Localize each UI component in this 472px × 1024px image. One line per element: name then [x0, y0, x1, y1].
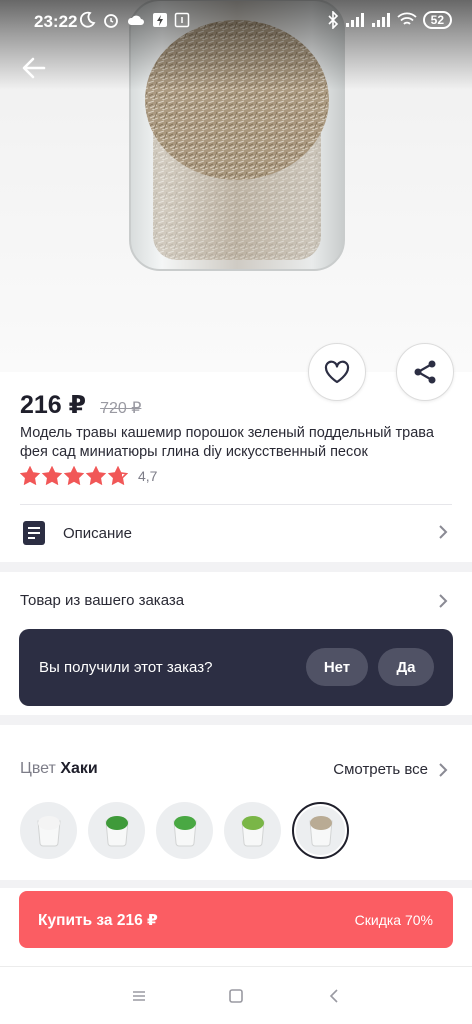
wifi-icon: [397, 12, 417, 25]
order-row[interactable]: Товар из вашего заказа: [0, 572, 472, 624]
color-swatch-green[interactable]: [88, 802, 145, 859]
color-swatch-khaki[interactable]: [292, 802, 349, 859]
status-time: 23:22: [34, 12, 78, 31]
color-key: Цвет: [20, 760, 56, 777]
arrow-left-icon: [22, 57, 46, 79]
rating[interactable]: 4,7: [20, 466, 157, 485]
status-bar: 23:22 52: [0, 0, 472, 42]
signal-icon-2: [371, 13, 390, 27]
favorite-button[interactable]: [308, 343, 366, 401]
cloud-icon: [127, 15, 144, 25]
square-icon: [229, 989, 243, 1003]
heart-icon: [324, 360, 350, 384]
document-icon: [23, 521, 45, 545]
star-icon: [108, 466, 128, 485]
product-card: 216 ₽ 720 ₽ Модель травы кашемир порошок…: [0, 372, 472, 562]
chevron-left-icon: [329, 989, 338, 1003]
jar-thumbnail-icon: [172, 815, 197, 846]
order-question: Вы получили этот заказ?: [39, 659, 213, 676]
star-icon: [64, 466, 84, 485]
back-nav-button[interactable]: [323, 984, 347, 1008]
sim-icon: [174, 12, 190, 28]
see-all-link[interactable]: Смотреть все: [333, 761, 428, 778]
order-confirm-panel: Вы получили этот заказ? Нет Да: [19, 629, 453, 706]
rating-value: 4,7: [138, 467, 158, 484]
color-swatch-light-green[interactable]: [224, 802, 281, 859]
nav-divider: [0, 966, 472, 967]
moon-icon: [79, 11, 96, 28]
buy-label: Купить за 216 ₽: [38, 912, 158, 929]
share-icon: [414, 360, 436, 384]
current-price: 216 ₽: [20, 391, 87, 419]
jar-thumbnail-icon: [104, 815, 129, 846]
home-nav-button[interactable]: [224, 984, 248, 1008]
color-label: Цвет Хаки: [20, 760, 98, 778]
jar-thumbnail-icon: [308, 815, 333, 846]
product-image[interactable]: [0, 0, 472, 372]
battery-indicator: 52: [422, 11, 452, 29]
old-price: 720 ₽: [100, 400, 142, 417]
color-swatch-green-2[interactable]: [156, 802, 213, 859]
share-button[interactable]: [396, 343, 454, 401]
alarm-icon: [104, 14, 118, 28]
bluetooth-icon: [328, 11, 338, 29]
rating-stars: [20, 466, 128, 485]
color-card: Цвет Хаки Смотреть все: [0, 725, 472, 880]
menu-nav-button[interactable]: [127, 984, 151, 1008]
star-icon: [86, 466, 106, 485]
description-row[interactable]: Описание: [0, 505, 472, 560]
no-button[interactable]: Нет: [306, 648, 368, 686]
price-row: 216 ₽ 720 ₽: [20, 390, 141, 420]
yes-button[interactable]: Да: [378, 648, 434, 686]
star-icon: [20, 466, 40, 485]
color-swatch-white[interactable]: [20, 802, 77, 859]
flash-icon: [153, 13, 167, 27]
description-label: Описание: [63, 525, 133, 542]
jar-thumbnail-icon: [240, 815, 265, 846]
product-title: Модель травы кашемир порошок зеленый под…: [20, 425, 434, 460]
buy-button[interactable]: Купить за 216 ₽ Скидка 70%: [19, 891, 453, 948]
color-swatches: [20, 802, 349, 859]
order-card: Товар из вашего заказа Вы получили этот …: [0, 572, 472, 715]
signal-icon: [345, 13, 364, 27]
bottom-bar: Купить за 216 ₽ Скидка 70%: [0, 888, 472, 1024]
chevron-right-icon: [439, 594, 448, 608]
order-title: Товар из вашего заказа: [20, 592, 185, 609]
star-icon: [42, 466, 62, 485]
color-value: Хаки: [60, 760, 98, 777]
chevron-right-icon[interactable]: [438, 762, 448, 778]
discount-label: Скидка 70%: [354, 912, 433, 928]
menu-icon: [133, 991, 145, 1001]
jar-thumbnail-icon: [36, 815, 61, 846]
chevron-right-icon: [439, 525, 448, 539]
back-button[interactable]: [18, 52, 50, 84]
